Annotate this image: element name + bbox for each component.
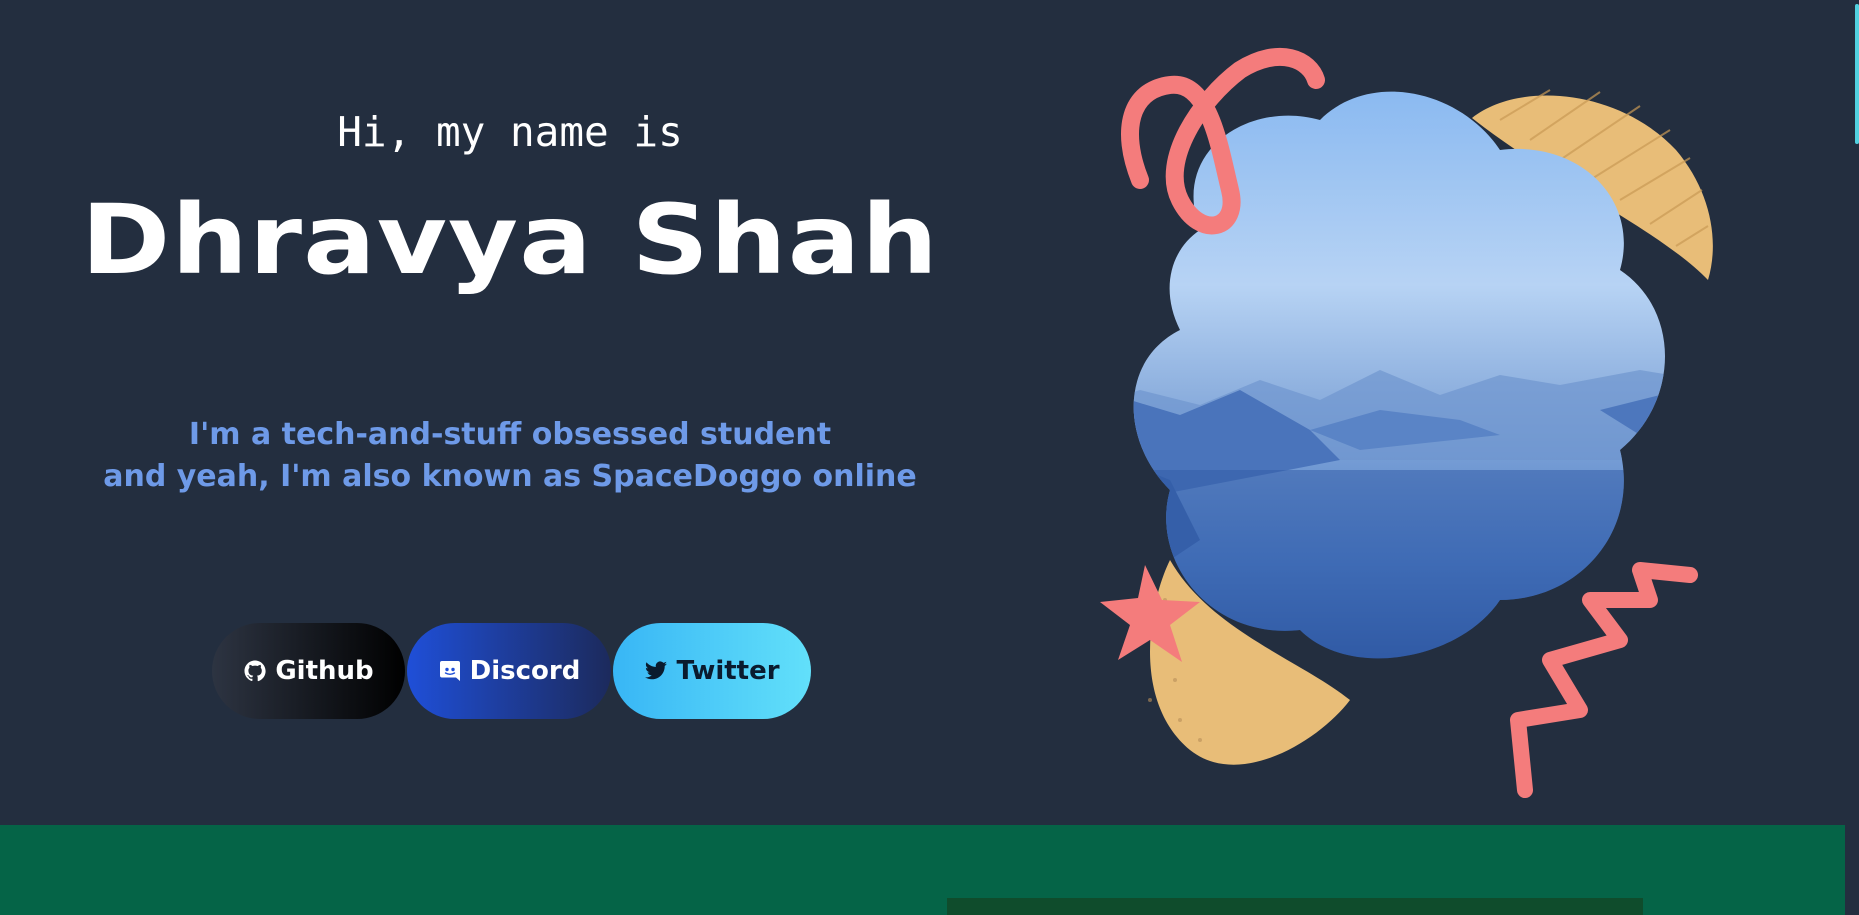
scrollbar-thumb[interactable]: [1855, 4, 1859, 144]
discord-icon: [439, 661, 460, 681]
twitter-button[interactable]: Twitter: [613, 623, 811, 719]
hero-tagline: I'm a tech-and-stuff obsessed student an…: [0, 414, 1020, 498]
twitter-label: Twitter: [676, 656, 780, 686]
hero-intro: Hi, my name is Dhravya Shah I'm a tech-a…: [0, 0, 1020, 825]
discord-label: Discord: [469, 656, 581, 686]
github-button[interactable]: Github: [212, 623, 405, 719]
greeting-text: Hi, my name is: [337, 108, 683, 156]
tagline-line-2: and yeah, I'm also known as SpaceDoggo o…: [103, 459, 917, 494]
social-links: Github Discord Twitter: [212, 623, 811, 719]
portfolio-page: Hi, my name is Dhravya Shah I'm a tech-a…: [0, 0, 1859, 915]
github-label: Github: [275, 656, 374, 686]
next-section-card: [947, 898, 1643, 915]
discord-button[interactable]: Discord: [407, 623, 611, 719]
hero-illustration: [1100, 47, 1713, 798]
tagline-line-1: I'm a tech-and-stuff obsessed student: [188, 417, 832, 452]
twitter-icon: [645, 661, 668, 680]
github-icon: [244, 660, 266, 682]
hero-name: Dhravya Shah: [80, 184, 940, 296]
coral-zigzag-icon: [1510, 562, 1698, 798]
